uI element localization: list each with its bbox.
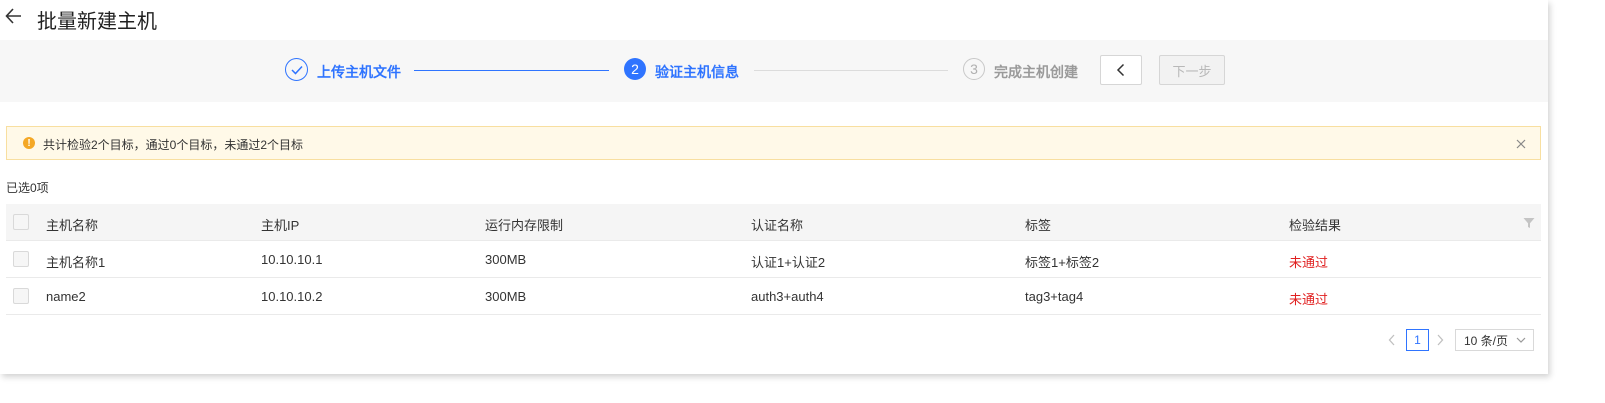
chevron-left-icon (1116, 63, 1125, 77)
check-result: 未通过 (1289, 255, 1329, 270)
tags: tag3+tag4 (1025, 289, 1084, 304)
warning-circle-icon: ! (23, 137, 35, 149)
column-header: 主机名称 (46, 218, 99, 233)
step-2-number: 2 (624, 58, 646, 80)
step-3-number: 3 (963, 58, 985, 80)
page-size-select[interactable]: 10 条/页 (1455, 329, 1534, 351)
step-connector-1 (414, 70, 609, 71)
chevron-down-icon (1516, 334, 1526, 348)
host-name: name2 (46, 289, 86, 304)
alert-text: 共计检验2个目标，通过0个目标，未通过2个目标 (43, 138, 304, 152)
row-checkbox[interactable] (13, 288, 29, 304)
next-step-button[interactable]: 下一步 (1159, 55, 1225, 85)
column-header: 标签 (1025, 218, 1052, 233)
next-page-icon[interactable] (1436, 333, 1444, 349)
close-icon[interactable] (1516, 134, 1526, 152)
prev-page-icon[interactable] (1388, 333, 1396, 349)
table-header-row: 主机名称 主机IP 运行内存限制 认证名称 标签 检验结果 (6, 204, 1541, 241)
back-arrow-icon[interactable] (5, 6, 23, 26)
host-name: 主机名称1 (46, 255, 106, 270)
tags: 标签1+标签2 (1025, 255, 1100, 270)
step-1-label: 上传主机文件 (317, 64, 401, 80)
select-all-checkbox[interactable] (13, 214, 29, 230)
memory-limit: 300MB (485, 252, 527, 267)
step-2-label: 验证主机信息 (655, 64, 739, 80)
host-table: 主机名称 主机IP 运行内存限制 认证名称 标签 检验结果 主机名称1 10.1… (6, 204, 1541, 315)
step-3-label: 完成主机创建 (994, 64, 1078, 80)
prev-step-button[interactable] (1100, 55, 1142, 85)
memory-limit: 300MB (485, 289, 527, 304)
step-connector-2 (754, 70, 948, 71)
filter-icon[interactable] (1523, 216, 1535, 234)
table-row: name2 10.10.10.2 300MB auth3+auth4 tag3+… (6, 278, 1541, 315)
table-row: 主机名称1 10.10.10.1 300MB 认证1+认证2 标签1+标签2 未… (6, 241, 1541, 278)
selected-count: 已选0项 (6, 181, 49, 195)
auth-name: 认证1+认证2 (751, 255, 826, 270)
column-header: 检验结果 (1289, 218, 1342, 233)
row-checkbox[interactable] (13, 251, 29, 267)
column-header: 运行内存限制 (485, 218, 564, 233)
step-1-check-icon (285, 58, 308, 81)
page-size-value: 10 条/页 (1464, 333, 1509, 348)
column-header: 主机IP (261, 218, 300, 233)
check-result: 未通过 (1289, 292, 1329, 307)
column-header: 认证名称 (751, 218, 804, 233)
page-card: 批量新建主机 上传主机文件 2 验证主机信息 3 完成主机创建 下一步 ! 共计… (0, 0, 1548, 374)
steps-bar: 上传主机文件 2 验证主机信息 3 完成主机创建 下一步 (0, 40, 1548, 102)
auth-name: auth3+auth4 (751, 289, 824, 304)
validation-alert: ! 共计检验2个目标，通过0个目标，未通过2个目标 (6, 126, 1541, 160)
current-page-button[interactable]: 1 (1406, 329, 1429, 351)
host-ip: 10.10.10.1 (261, 252, 323, 267)
host-ip: 10.10.10.2 (261, 289, 323, 304)
page-title: 批量新建主机 (37, 11, 157, 33)
